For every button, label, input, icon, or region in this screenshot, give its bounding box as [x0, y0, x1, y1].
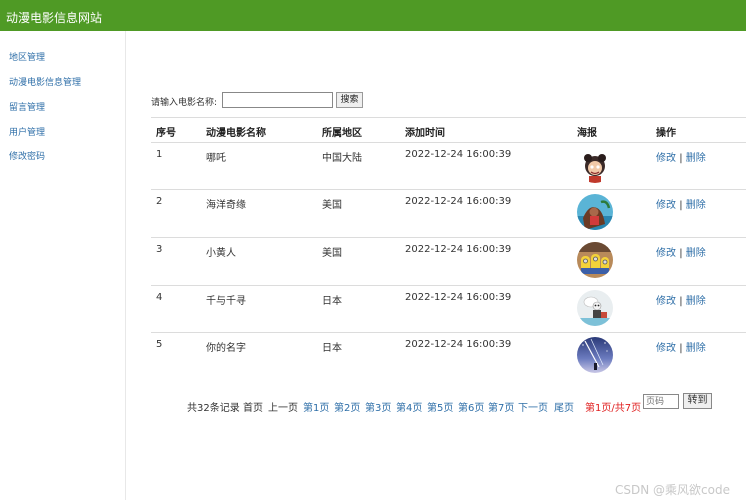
edit-link[interactable]: 修改: [656, 343, 676, 354]
search-button[interactable]: 搜索: [336, 92, 363, 108]
col-header-time: 添加时间: [405, 128, 445, 139]
col-header-no: 序号: [156, 128, 176, 139]
row-time: 2022-12-24 16:00:39: [405, 149, 512, 160]
sidebar-item-anime-movies[interactable]: 动漫电影信息管理: [9, 75, 81, 88]
row-divider: [151, 189, 746, 190]
pager-current-status: 第1页/共7页: [585, 403, 642, 414]
delete-link[interactable]: 删除: [686, 200, 706, 211]
page-number-input[interactable]: [643, 394, 679, 409]
delete-link[interactable]: 删除: [686, 296, 706, 307]
sidebar: 地区管理 动漫电影信息管理 留言管理 用户管理 修改密码: [0, 31, 126, 500]
row-time: 2022-12-24 16:00:39: [405, 196, 512, 207]
col-header-region: 所属地区: [322, 128, 362, 139]
your-name-poster: [577, 337, 613, 373]
row-no: 3: [156, 244, 163, 255]
col-header-name: 动漫电影名称: [206, 128, 266, 139]
row-no: 4: [156, 292, 163, 303]
edit-link[interactable]: 修改: [656, 200, 676, 211]
row-no: 2: [156, 196, 163, 207]
top-header-bar: 动漫电影信息网站: [0, 0, 746, 31]
row-actions: 修改 | 删除: [656, 196, 706, 211]
pager-page-5[interactable]: 第5页: [427, 399, 453, 414]
row-time: 2022-12-24 16:00:39: [405, 244, 512, 255]
row-region: 美国: [322, 200, 342, 211]
sidebar-item-region[interactable]: 地区管理: [9, 50, 45, 63]
row-divider: [151, 285, 746, 286]
moana-poster: [577, 194, 613, 230]
pager-page-6[interactable]: 第6页: [458, 399, 484, 414]
go-to-page-button[interactable]: 转到: [683, 393, 712, 409]
row-region: 中国大陆: [322, 153, 362, 164]
pager-total: 共32条记录: [187, 403, 240, 414]
pager-page-3[interactable]: 第3页: [365, 399, 391, 414]
pager-page-4[interactable]: 第4页: [396, 399, 422, 414]
row-name: 小黄人: [206, 248, 236, 259]
sidebar-item-users[interactable]: 用户管理: [9, 125, 45, 138]
action-separator: |: [679, 343, 683, 354]
table-header-divider: [151, 142, 746, 143]
minions-poster: [577, 242, 613, 278]
row-no: 1: [156, 149, 163, 160]
site-title: 动漫电影信息网站: [6, 11, 103, 25]
row-region: 美国: [322, 248, 342, 259]
edit-link[interactable]: 修改: [656, 248, 676, 259]
pager-page-1[interactable]: 第1页: [303, 399, 329, 414]
row-name: 你的名字: [206, 343, 246, 354]
row-time: 2022-12-24 16:00:39: [405, 339, 512, 350]
action-separator: |: [679, 296, 683, 307]
action-separator: |: [679, 248, 683, 259]
table-top-divider: [151, 117, 746, 118]
row-actions: 修改 | 删除: [656, 339, 706, 354]
search-label: 请输入电影名称:: [151, 98, 218, 108]
row-divider: [151, 332, 746, 333]
pager-last[interactable]: 尾页: [554, 399, 574, 414]
pager-prev[interactable]: 上一页: [268, 399, 298, 414]
pager-first[interactable]: 首页: [243, 399, 263, 414]
delete-link[interactable]: 删除: [686, 153, 706, 164]
row-no: 5: [156, 339, 163, 350]
row-region: 日本: [322, 343, 342, 354]
row-name: 哪吒: [206, 153, 226, 164]
pager-page-2[interactable]: 第2页: [334, 399, 360, 414]
action-separator: |: [679, 153, 683, 164]
row-actions: 修改 | 删除: [656, 244, 706, 259]
watermark: CSDN @乘风欲code: [615, 483, 730, 497]
col-header-actions: 操作: [656, 128, 676, 139]
row-region: 日本: [322, 296, 342, 307]
row-actions: 修改 | 删除: [656, 292, 706, 307]
pager-next[interactable]: 下一页: [518, 399, 548, 414]
sidebar-item-messages[interactable]: 留言管理: [9, 100, 45, 113]
search-input[interactable]: [222, 92, 333, 108]
row-name: 千与千寻: [206, 296, 246, 307]
edit-link[interactable]: 修改: [656, 153, 676, 164]
delete-link[interactable]: 删除: [686, 248, 706, 259]
row-time: 2022-12-24 16:00:39: [405, 292, 512, 303]
nezha-poster: [577, 147, 613, 183]
col-header-poster: 海报: [577, 128, 597, 139]
spirited-away-poster: [577, 290, 613, 326]
row-divider: [151, 237, 746, 238]
pager-page-7[interactable]: 第7页: [488, 399, 514, 414]
action-separator: |: [679, 200, 683, 211]
edit-link[interactable]: 修改: [656, 296, 676, 307]
sidebar-item-change-password[interactable]: 修改密码: [9, 149, 45, 162]
delete-link[interactable]: 删除: [686, 343, 706, 354]
row-actions: 修改 | 删除: [656, 149, 706, 164]
row-name: 海洋奇缘: [206, 200, 246, 211]
